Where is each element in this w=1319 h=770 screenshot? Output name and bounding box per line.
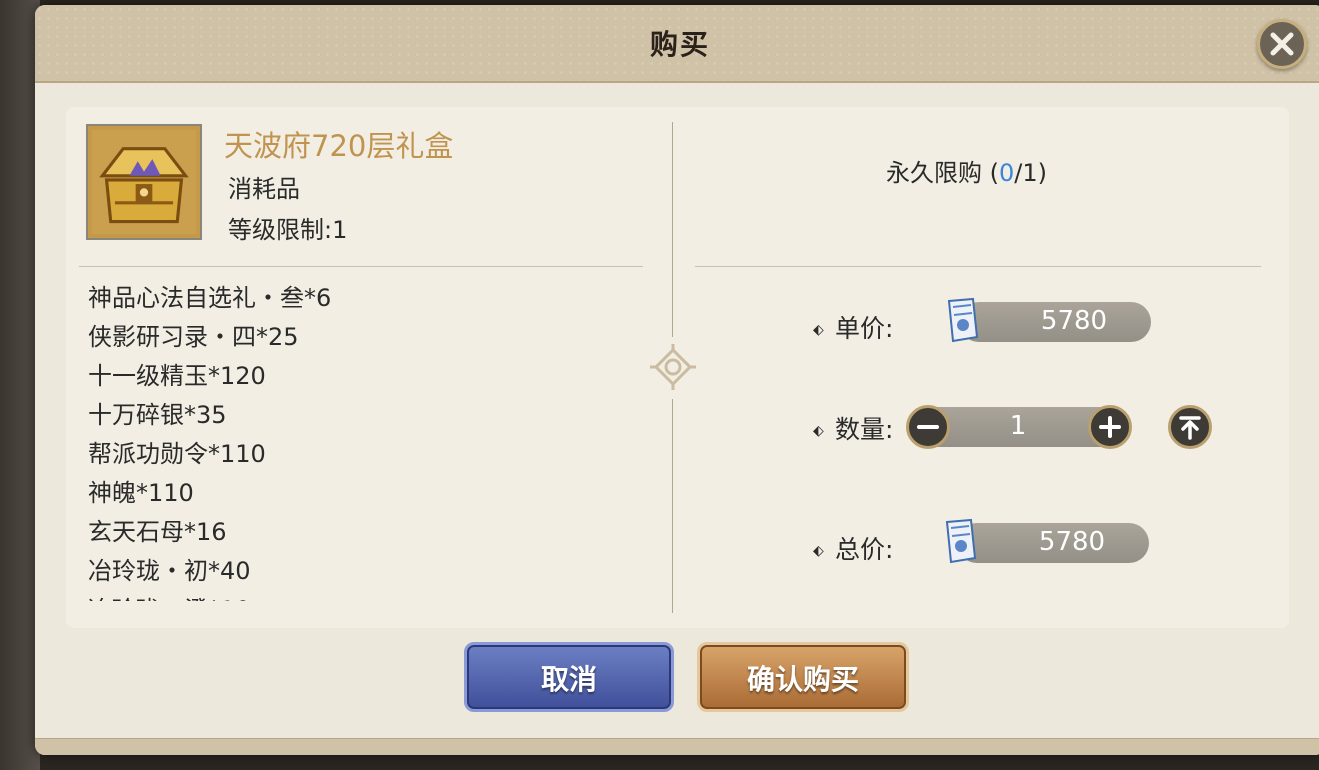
list-item: 十一级精玉*120 [88,362,266,390]
scroll-ticket-icon [947,297,979,343]
total-price-display: 5780 [957,523,1149,563]
ornament-icon [650,344,696,390]
item-level-requirement: 等级限制:1 [228,210,347,245]
total-price-label: ⬖ 总价: [813,535,894,564]
increase-quantity-button[interactable] [1088,405,1132,449]
purchase-limit: 永久限购 (0/1) [886,153,1047,188]
decrease-quantity-button[interactable] [906,405,950,449]
diamond-bullet-icon: ⬖ [813,322,824,338]
treasure-chest-icon [92,130,196,234]
list-item: 侠影研习录・四*25 [88,323,299,351]
item-contents-list[interactable]: 神品心法自选礼・叁*6 侠影研习录・四*25 十一级精玉*120 十万碎银*35… [88,279,628,601]
scroll-ticket-icon [945,518,977,564]
item-level-value: 1 [332,216,348,244]
item-type: 消耗品 [228,175,300,203]
list-item: 十万碎银*35 [88,401,227,429]
cancel-button[interactable]: 取消 [464,642,674,712]
list-item: 神魄*110 [88,479,194,507]
list-item: 冶玲珑・初*40 [88,557,251,585]
dialog-header: 购买 [35,5,1319,83]
unit-price-value: 5780 [1040,306,1108,336]
unit-price-display: 5780 [959,302,1151,342]
quantity-value: 1 [1009,411,1027,441]
dialog-title: 购买 [649,28,710,61]
left-divider [79,266,643,267]
purchase-limit-rest: /1) [1014,159,1047,187]
purchase-limit-open: ( [982,159,999,187]
right-divider [695,266,1261,267]
item-panel: 天波府720层礼盒 消耗品 等级限制:1 神品心法自选礼・叁*6 侠影研习录・四… [66,107,1289,628]
vertical-divider [672,399,673,613]
plus-icon [1099,416,1121,438]
item-icon [86,124,202,240]
purchase-limit-current: 0 [999,159,1015,187]
item-level-label: 等级限制: [228,216,333,244]
minus-icon [917,425,939,429]
max-quantity-button[interactable] [1168,405,1212,449]
diamond-bullet-icon: ⬖ [813,543,824,559]
purchase-limit-label: 永久限购 [886,159,982,187]
confirm-purchase-button[interactable]: 确认购买 [697,642,909,712]
background-scene [0,0,40,770]
vertical-divider [672,122,673,337]
total-price-value: 5780 [1038,527,1106,557]
item-name: 天波府720层礼盒 [224,129,454,163]
diamond-bullet-icon: ⬖ [813,423,824,439]
list-item: 冶玲珑・澄*10 [88,591,628,601]
arrow-up-to-max-icon [1179,416,1201,440]
close-icon [1270,32,1294,56]
list-item: 神品心法自选礼・叁*6 [88,284,332,312]
dialog-footer-strip [35,738,1319,755]
unit-price-label: ⬖ 单价: [813,314,894,343]
list-item: 帮派功勋令*110 [88,440,266,468]
purchase-dialog: 购买 天波府720层礼盒 消耗品 等级限制:1 神品心法自选礼・叁*6 侠影研习… [35,5,1319,755]
list-item: 玄天石母*16 [88,518,227,546]
close-button[interactable] [1257,19,1307,69]
quantity-label: ⬖ 数量: [813,415,894,444]
